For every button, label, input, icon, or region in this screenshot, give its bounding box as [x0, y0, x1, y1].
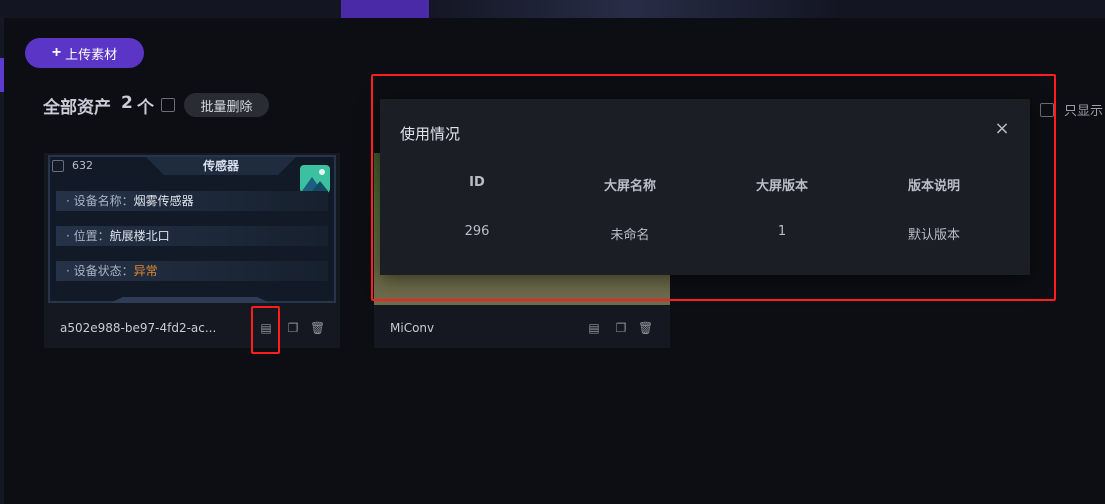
asset-filename: MiConv: [390, 321, 435, 335]
trash-icon[interactable]: 🗑: [310, 321, 325, 335]
highlight-box-usage-dialog: [371, 74, 1056, 301]
upload-material-label: 上传素材: [65, 46, 118, 62]
preview-row: · 设备名称：烟雾传感器: [56, 191, 328, 211]
preview-row-label: 设备名称：: [73, 194, 134, 208]
left-rail-active-marker: [0, 58, 4, 92]
top-nav-active-tab[interactable]: [341, 0, 429, 18]
select-all-checkbox[interactable]: [161, 98, 175, 112]
highlight-box-usage-icon: [251, 306, 280, 354]
sensor-panel-preview: 632 传感器 · 设备名称：烟雾传感器 · 位置：航展楼北口 · 设备状态：异…: [48, 155, 336, 303]
preview-row: · 设备状态：异常: [56, 261, 328, 281]
copy-icon[interactable]: ❐: [614, 321, 628, 335]
upload-material-button[interactable]: + 上传素材: [25, 38, 144, 68]
asset-thumbnail[interactable]: 632 传感器 · 设备名称：烟雾传感器 · 位置：航展楼北口 · 设备状态：异…: [44, 153, 340, 305]
asset-card[interactable]: 632 传感器 · 设备名称：烟雾传感器 · 位置：航展楼北口 · 设备状态：异…: [44, 153, 340, 348]
preview-row-value: 烟雾传感器: [133, 194, 194, 208]
preview-row-label: 设备状态：: [73, 264, 134, 278]
preview-row: · 位置：航展楼北口: [56, 226, 328, 246]
asset-filename: a502e988-be97-4fd2-ac...: [60, 321, 217, 335]
asset-card-footer: a502e988-be97-4fd2-ac... ▤ ❐ 🗑: [44, 305, 340, 348]
assets-count-unit: 个: [137, 98, 154, 118]
copy-icon[interactable]: ❐: [286, 321, 300, 335]
top-nav-glow: [420, 0, 840, 18]
trash-icon[interactable]: 🗑: [638, 321, 653, 335]
assets-title: 全部资产: [43, 98, 111, 118]
preview-number: 632: [72, 159, 93, 172]
asset-card-footer: MiConv ▤ ❐ 🗑: [374, 305, 670, 348]
assets-count: 2: [121, 93, 133, 113]
preview-row-value-warning: 异常: [133, 264, 158, 278]
image-icon: [300, 165, 330, 193]
left-rail: [0, 18, 4, 504]
preview-row-label: 位置：: [73, 229, 110, 243]
plus-icon: +: [51, 44, 62, 61]
batch-delete-button[interactable]: 批量删除: [184, 93, 269, 117]
preview-header: 传感器: [146, 157, 296, 175]
only-show-label: 只显示: [1064, 104, 1104, 119]
document-icon[interactable]: ▤: [587, 321, 601, 335]
preview-row-value: 航展楼北口: [109, 229, 170, 243]
top-nav-bar: [0, 0, 1105, 18]
preview-bottom-bar: [110, 297, 270, 303]
asset-select-checkbox[interactable]: [52, 160, 64, 172]
